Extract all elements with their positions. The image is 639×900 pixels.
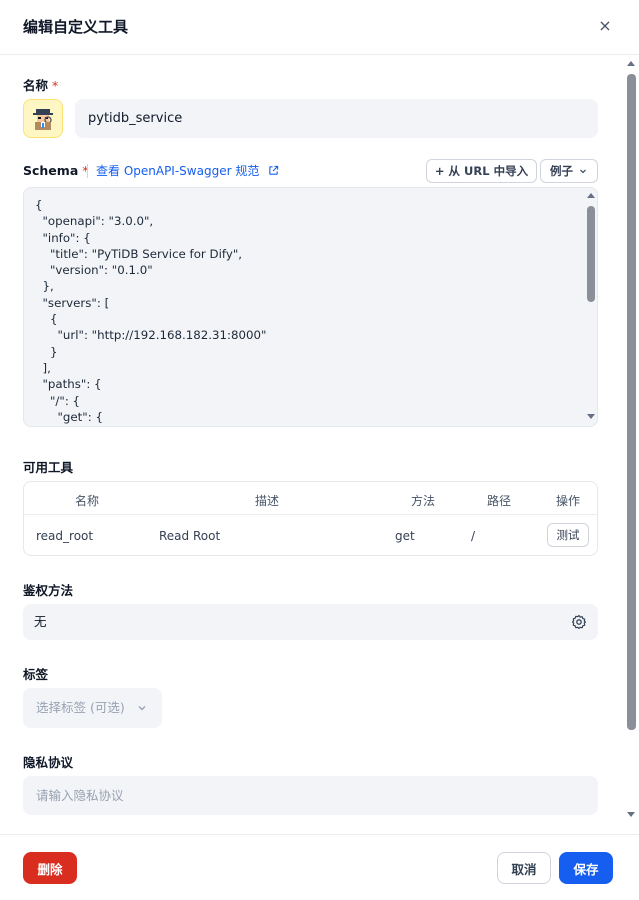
name-label: 名称 * — [23, 78, 59, 93]
save-button[interactable]: 保存 — [559, 852, 613, 884]
available-tools-label: 可用工具 — [23, 460, 74, 475]
scroll-down-arrow-icon[interactable] — [627, 812, 635, 817]
tag-select-placeholder: 选择标签 (可选) — [36, 700, 125, 715]
chevron-down-icon — [580, 169, 586, 174]
example-label: 例子 — [550, 164, 573, 178]
close-icon[interactable]: × — [597, 16, 613, 35]
column-header-description: 描述 — [255, 494, 280, 508]
table-divider — [24, 514, 597, 515]
privacy-policy-input[interactable]: 请输入隐私协议 — [23, 776, 598, 815]
scroll-up-arrow-icon[interactable] — [587, 193, 595, 198]
delete-button[interactable]: 删除 — [23, 852, 77, 884]
auth-method-value: 无 — [34, 614, 47, 629]
external-link-icon — [269, 165, 279, 175]
column-header-path: 路径 — [487, 494, 512, 508]
scroll-thumb[interactable] — [627, 74, 636, 730]
tool-description-cell: Read Root — [159, 529, 221, 543]
swagger-link-label: 查看 OpenAPI-Swagger 规范 — [96, 164, 260, 178]
test-tool-button[interactable]: 测试 — [547, 523, 589, 547]
divider — [87, 164, 88, 178]
chevron-down-icon — [138, 706, 146, 711]
column-header-method: 方法 — [411, 494, 436, 508]
spy-emoji-icon[interactable] — [23, 99, 63, 138]
dialog-body: 名称 * pytidb_service Schema * 查看 OpenAPI-Sw… — [0, 56, 639, 834]
swagger-spec-link[interactable]: 查看 OpenAPI-Swagger 规范 — [96, 162, 279, 179]
privacy-policy-label: 隐私协议 — [23, 755, 74, 770]
column-header-action: 操作 — [556, 494, 581, 508]
auth-method-label: 鉴权方法 — [23, 583, 74, 598]
tool-path-cell: / — [471, 529, 476, 543]
tag-select-dropdown[interactable]: 选择标签 (可选) — [23, 688, 162, 728]
scroll-thumb[interactable] — [587, 206, 595, 302]
dialog-footer: 删除 取消 保存 — [0, 834, 639, 900]
editor-scrollbar[interactable] — [584, 188, 597, 426]
schema-label: Schema * — [23, 163, 89, 178]
tool-method-cell: get — [395, 529, 415, 543]
tool-name-cell: read_root — [36, 529, 94, 543]
column-header-name: 名称 — [75, 494, 100, 508]
import-from-url-button[interactable]: + 从 URL 中导入 — [426, 159, 537, 183]
schema-row: Schema * 查看 OpenAPI-Swagger 规范 + 从 URL 中导… — [23, 159, 598, 183]
schema-code-editor[interactable]: { "openapi": "3.0.0", "info": { "title":… — [23, 187, 598, 427]
tags-label: 标签 — [23, 667, 49, 682]
cancel-button[interactable]: 取消 — [497, 852, 551, 884]
gear-icon[interactable] — [571, 614, 587, 630]
tools-table: 名称 描述 方法 路径 操作 read_root Read Root get /… — [23, 481, 598, 556]
example-dropdown-button[interactable]: 例子 — [540, 159, 598, 183]
dialog-header: 编辑自定义工具 × — [0, 0, 639, 55]
schema-code: { "openapi": "3.0.0", "info": { "title":… — [35, 198, 267, 424]
scroll-up-arrow-icon[interactable] — [627, 61, 635, 66]
dialog-scrollbar[interactable] — [624, 56, 639, 834]
auth-method-field[interactable]: 无 — [23, 604, 598, 640]
dialog-title: 编辑自定义工具 — [23, 18, 129, 36]
scroll-down-arrow-icon[interactable] — [587, 414, 595, 419]
tool-name-input[interactable]: pytidb_service — [75, 99, 598, 138]
